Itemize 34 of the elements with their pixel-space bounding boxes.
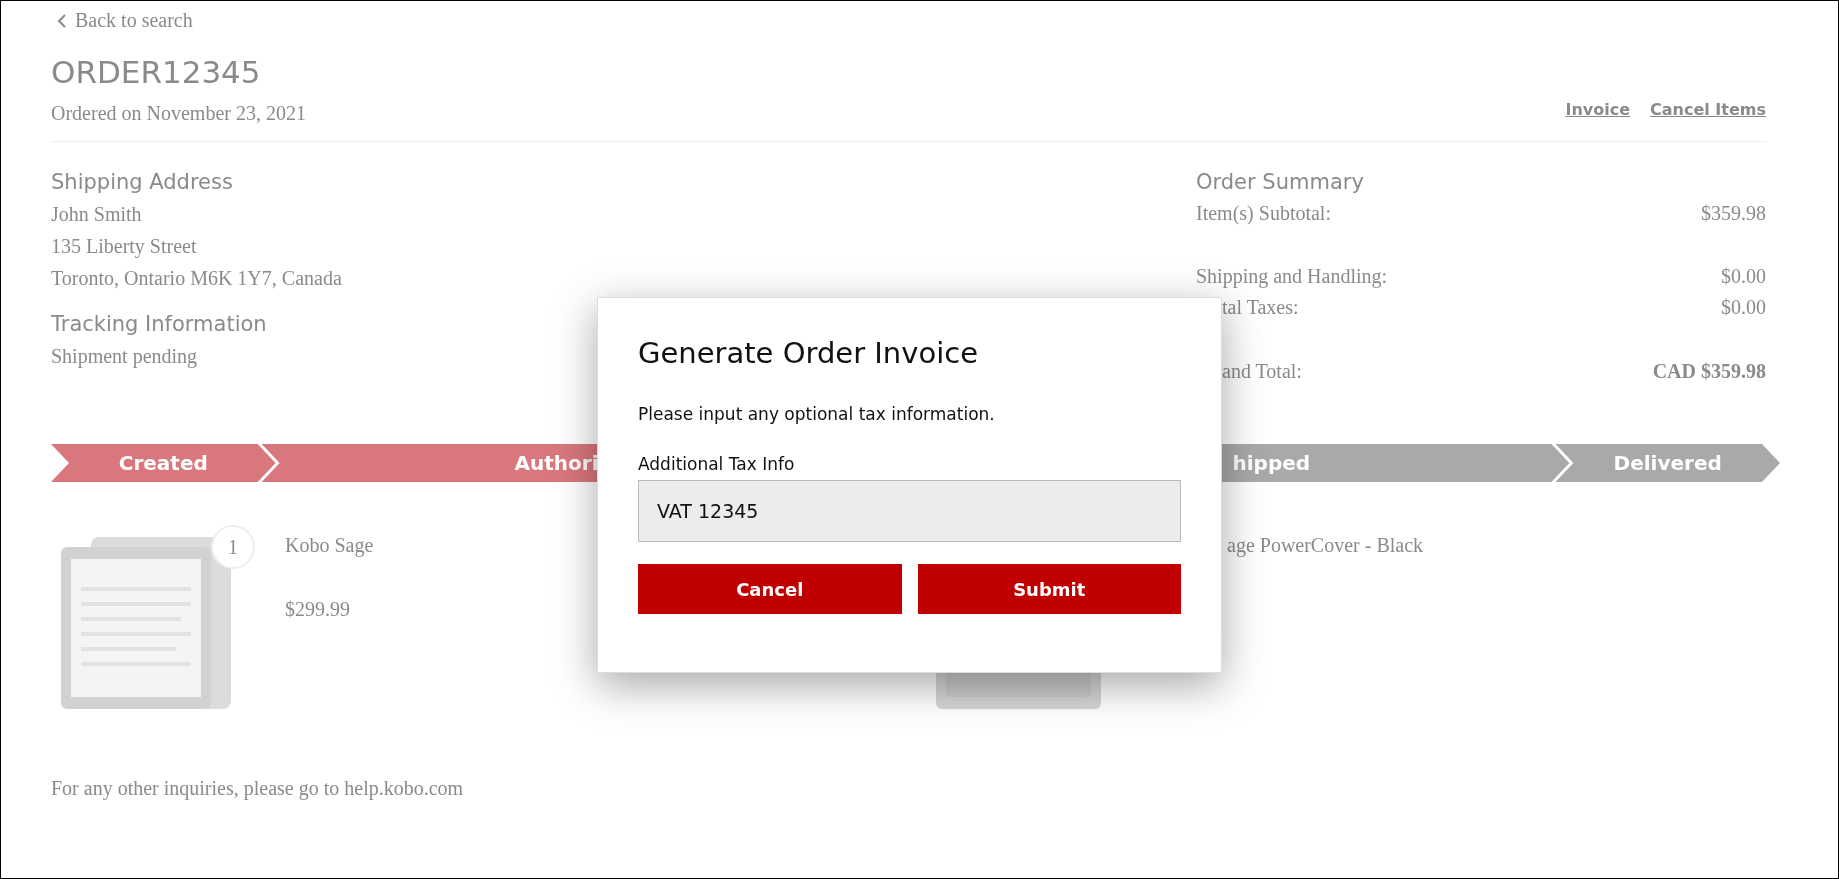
order-date: Ordered on November 23, 2021 bbox=[51, 102, 306, 125]
product-name: age PowerCover - Black bbox=[1226, 533, 1424, 559]
summary-value: CAD $359.98 bbox=[1652, 359, 1766, 384]
address-line: John Smith bbox=[51, 202, 142, 227]
action-link[interactable]: Cancel Items bbox=[1650, 100, 1766, 119]
back-link[interactable]: Back to search bbox=[57, 9, 193, 32]
address-line: 135 Liberty Street bbox=[51, 234, 197, 260]
product-price: $299.99 bbox=[285, 597, 351, 622]
summary-label: Shipping and Handling: bbox=[1196, 264, 1388, 290]
summary-value: $0.00 bbox=[1721, 264, 1766, 289]
action-link[interactable]: Invoice bbox=[1565, 100, 1631, 119]
summary-value: $359.98 bbox=[1701, 201, 1766, 226]
summary-label: tal Taxes: bbox=[1221, 295, 1299, 320]
order-number: ORDER12345 bbox=[51, 54, 262, 90]
dialog-message: Please input any optional tax information. bbox=[638, 404, 996, 424]
product-name: Kobo Sage bbox=[285, 533, 374, 559]
dialog-title: Generate Order Invoice bbox=[638, 336, 979, 370]
summary-label: Item(s) Subtotal: bbox=[1196, 201, 1331, 227]
submit-button[interactable]: Submit bbox=[917, 564, 1181, 614]
field-label: Additional Tax Info bbox=[638, 454, 796, 474]
tracking-status: Shipment pending bbox=[51, 344, 198, 370]
progress-step: Delivered bbox=[1555, 444, 1780, 482]
progress-step: Created bbox=[51, 444, 276, 482]
section-heading: Order Summary bbox=[1196, 169, 1365, 196]
summary-value: $0.00 bbox=[1721, 295, 1766, 320]
section-heading: Tracking Information bbox=[51, 311, 268, 338]
help-text: For any other inquiries, please go to help.kobo.com bbox=[51, 777, 465, 800]
quantity-badge: 1 bbox=[211, 525, 255, 569]
tax-info-field[interactable]: VAT 12345 bbox=[638, 480, 1181, 542]
chevron-left-icon bbox=[57, 13, 67, 28]
summary-label: and Total: bbox=[1221, 359, 1302, 384]
cancel-button[interactable]: Cancel bbox=[638, 564, 902, 614]
address-line: Toronto, Ontario M6K 1Y7, Canada bbox=[51, 266, 342, 291]
section-heading: Shipping Address bbox=[51, 169, 234, 196]
